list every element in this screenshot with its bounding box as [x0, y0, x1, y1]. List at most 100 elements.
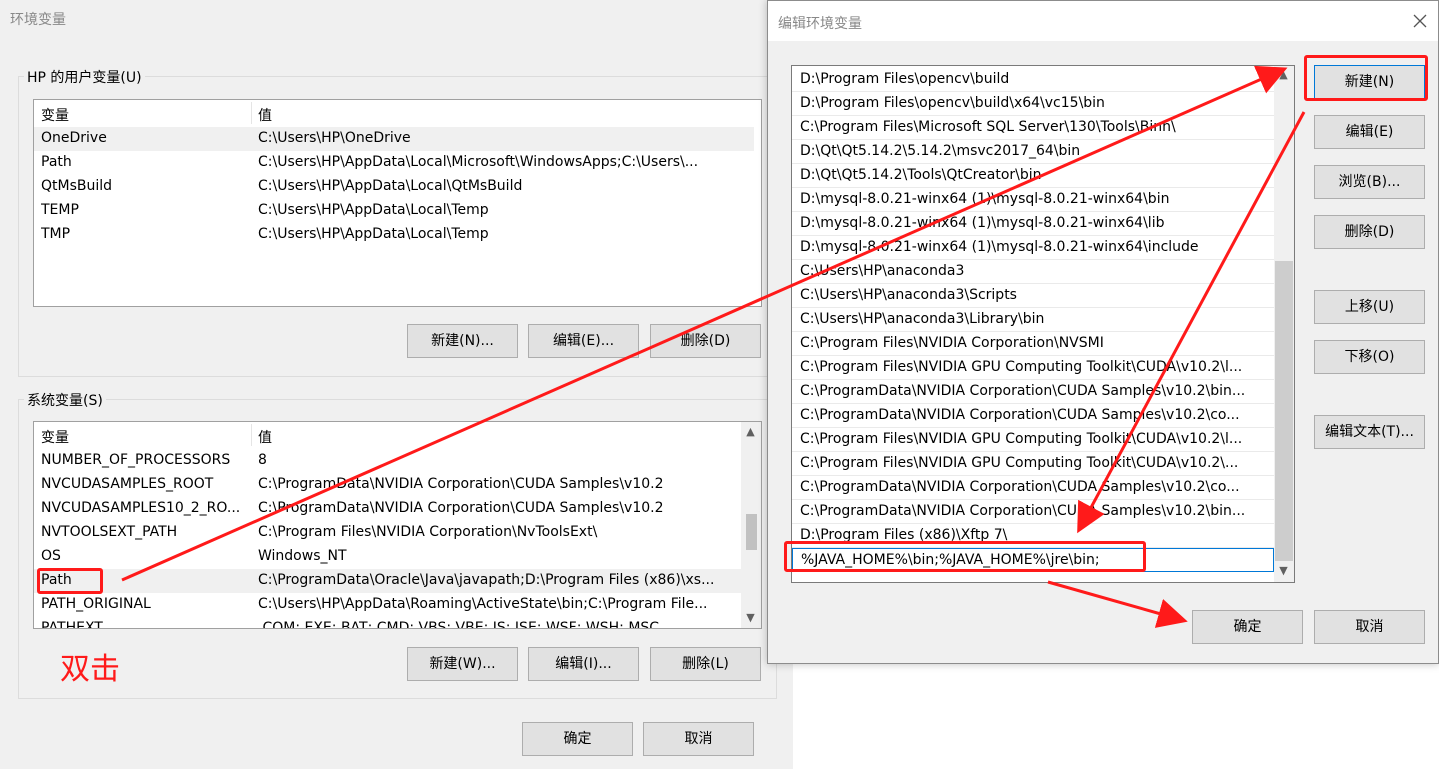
scroll-up-icon[interactable]: ▲ [1275, 68, 1292, 81]
edit-dialog-title: 编辑环境变量 [778, 16, 862, 32]
path-list-item[interactable]: C:\ProgramData\NVIDIA Corporation\CUDA S… [792, 476, 1274, 500]
system-variables-list[interactable]: 变量 值 NUMBER_OF_PROCESSORS 8 NVCUDASAMPLES_… [33, 421, 762, 629]
path-edit-text-button[interactable]: 编辑文本(T)... [1314, 415, 1425, 449]
table-row[interactable]: NVCUDASAMPLES10_2_RO... C:\ProgramData\NV… [34, 497, 744, 521]
scroll-down-icon[interactable]: ▼ [742, 611, 759, 624]
scroll-down-icon[interactable]: ▼ [1275, 564, 1292, 577]
table-row[interactable]: Path C:\ProgramData\Oracle\Java\javapath;… [34, 569, 744, 593]
system-variables-label: 系统变量(S) [24, 390, 106, 410]
variable-name: TMP [41, 226, 71, 242]
table-row[interactable]: PATH_ORIGINAL C:\Users\HP\AppData\Roaming… [34, 593, 744, 617]
path-list-item[interactable]: C:\Users\HP\anaconda3 [792, 260, 1274, 284]
variable-value: C:\Users\HP\OneDrive [258, 130, 411, 146]
path-list-item[interactable]: C:\Users\HP\anaconda3\Library\bin [792, 308, 1274, 332]
system-delete-button[interactable]: 删除(L) [650, 647, 761, 681]
header-variable[interactable]: 变量 [41, 427, 69, 447]
path-move-up-button[interactable]: 上移(U) [1314, 290, 1425, 324]
user-list-header: 变量 值 [34, 100, 761, 126]
table-row[interactable]: NVCUDASAMPLES_ROOT C:\ProgramData\NVIDIA … [34, 473, 744, 497]
path-text: C:\Program Files\NVIDIA GPU Computing To… [800, 431, 1243, 447]
path-text: D:\Qt\Qt5.14.2\5.14.2\msvc2017_64\bin [800, 143, 1081, 159]
edit-ok-button[interactable]: 确定 [1192, 610, 1303, 644]
env-ok-button[interactable]: 确定 [522, 722, 633, 756]
path-list-item[interactable]: C:\Users\HP\anaconda3\Scripts [792, 284, 1274, 308]
path-list-scrollbar[interactable]: ▲ ▼ [1274, 66, 1294, 582]
variable-name: NVCUDASAMPLES_ROOT [41, 476, 214, 492]
path-text: C:\Program Files\Microsoft SQL Server\13… [800, 119, 1176, 135]
variable-value: C:\Users\HP\AppData\Local\Temp [258, 226, 489, 242]
path-delete-button[interactable]: 删除(D) [1314, 215, 1425, 249]
scroll-thumb[interactable] [746, 514, 757, 550]
system-list-scrollbar[interactable]: ▲ ▼ [741, 422, 761, 628]
highlight-new-entry [784, 541, 1146, 572]
header-variable[interactable]: 变量 [41, 105, 69, 125]
path-text: C:\ProgramData\NVIDIA Corporation\CUDA S… [800, 407, 1240, 423]
table-row[interactable]: NUMBER_OF_PROCESSORS 8 [34, 449, 744, 473]
env-cancel-button[interactable]: 取消 [643, 722, 754, 756]
header-value[interactable]: 值 [258, 105, 272, 125]
path-list-item[interactable]: D:\Program Files\opencv\build\x64\vc15\b… [792, 92, 1274, 116]
variable-value: Windows_NT [258, 548, 347, 564]
user-variables-list[interactable]: 变量 值 OneDrive C:\Users\HP\OneDrive Path C:\… [33, 99, 762, 307]
path-text: D:\Qt\Qt5.14.2\Tools\QtCreator\bin [800, 167, 1042, 183]
system-new-button[interactable]: 新建(W)... [407, 647, 518, 681]
variable-name: NUMBER_OF_PROCESSORS [41, 452, 231, 468]
user-edit-button[interactable]: 编辑(E)... [528, 324, 639, 358]
path-edit-button[interactable]: 编辑(E) [1314, 115, 1425, 149]
system-edit-button[interactable]: 编辑(I)... [528, 647, 639, 681]
path-list[interactable]: D:\Program Files\opencv\build D:\Program … [791, 65, 1295, 583]
path-list-item[interactable]: C:\Program Files\NVIDIA GPU Computing To… [792, 356, 1274, 380]
path-list-item[interactable]: D:\Program Files\opencv\build [792, 68, 1274, 92]
table-row[interactable]: OneDrive C:\Users\HP\OneDrive [34, 127, 754, 151]
scroll-up-icon[interactable]: ▲ [742, 425, 759, 438]
table-row[interactable]: PATHEXT .COM;.EXE;.BAT;.CMD;.VBS;.VBE;.JS… [34, 617, 744, 629]
path-list-item[interactable]: C:\Program Files\NVIDIA GPU Computing To… [792, 452, 1274, 476]
path-list-item[interactable]: D:\mysql-8.0.21-winx64 (1)\mysql-8.0.21-… [792, 212, 1274, 236]
path-list-item[interactable]: D:\mysql-8.0.21-winx64 (1)\mysql-8.0.21-… [792, 188, 1274, 212]
variable-name: NVTOOLSEXT_PATH [41, 524, 178, 540]
variable-value: C:\Users\HP\AppData\Roaming\ActiveState\… [258, 596, 708, 612]
table-row[interactable]: Path C:\Users\HP\AppData\Local\Microsoft\… [34, 151, 754, 175]
scroll-thumb[interactable] [1275, 261, 1293, 561]
path-list-item[interactable]: D:\Qt\Qt5.14.2\Tools\QtCreator\bin [792, 164, 1274, 188]
path-text: D:\mysql-8.0.21-winx64 (1)\mysql-8.0.21-… [800, 239, 1199, 255]
path-list-item[interactable]: C:\Program Files\NVIDIA GPU Computing To… [792, 428, 1274, 452]
edit-cancel-button[interactable]: 取消 [1314, 610, 1425, 644]
table-row[interactable]: OS Windows_NT [34, 545, 744, 569]
table-row[interactable]: NVTOOLSEXT_PATH C:\Program Files\NVIDIA C… [34, 521, 744, 545]
edit-dialog-titlebar: 编辑环境变量 [768, 1, 1438, 41]
variable-name: PATHEXT [41, 620, 103, 629]
table-row[interactable]: QtMsBuild C:\Users\HP\AppData\Local\QtMsB… [34, 175, 754, 199]
variable-name: TEMP [41, 202, 79, 218]
path-browse-button[interactable]: 浏览(B)... [1314, 165, 1425, 199]
user-new-button[interactable]: 新建(N)... [407, 324, 518, 358]
path-text: C:\Program Files\NVIDIA GPU Computing To… [800, 359, 1243, 375]
path-move-down-button[interactable]: 下移(O) [1314, 340, 1425, 374]
table-row[interactable]: TMP C:\Users\HP\AppData\Local\Temp [34, 223, 754, 247]
close-icon[interactable] [1409, 10, 1431, 32]
path-list-item[interactable]: D:\mysql-8.0.21-winx64 (1)\mysql-8.0.21-… [792, 236, 1274, 260]
variable-name: OS [41, 548, 61, 564]
path-list-item[interactable]: C:\Program Files\NVIDIA Corporation\NVSM… [792, 332, 1274, 356]
path-text: D:\Program Files\opencv\build [800, 71, 1010, 87]
header-value[interactable]: 值 [258, 427, 272, 447]
path-text: C:\Users\HP\anaconda3 [800, 263, 965, 279]
path-list-item[interactable]: C:\ProgramData\NVIDIA Corporation\CUDA S… [792, 404, 1274, 428]
table-row[interactable]: TEMP C:\Users\HP\AppData\Local\Temp [34, 199, 754, 223]
path-text: C:\Program Files\NVIDIA Corporation\NVSM… [800, 335, 1104, 351]
variable-name: OneDrive [41, 130, 107, 146]
path-text: D:\Program Files\opencv\build\x64\vc15\b… [800, 95, 1105, 111]
variable-value: C:\Users\HP\AppData\Local\Temp [258, 202, 489, 218]
variable-name: Path [41, 154, 72, 170]
path-text: C:\ProgramData\NVIDIA Corporation\CUDA S… [800, 383, 1246, 399]
path-list-item[interactable]: C:\ProgramData\NVIDIA Corporation\CUDA S… [792, 500, 1274, 524]
path-list-item[interactable]: C:\Program Files\Microsoft SQL Server\13… [792, 116, 1274, 140]
path-list-item[interactable]: D:\Qt\Qt5.14.2\5.14.2\msvc2017_64\bin [792, 140, 1274, 164]
variable-name: QtMsBuild [41, 178, 113, 194]
variable-value: C:\Users\HP\AppData\Local\Microsoft\Wind… [258, 154, 699, 170]
user-delete-button[interactable]: 删除(D) [650, 324, 761, 358]
path-text: C:\Users\HP\anaconda3\Scripts [800, 287, 1017, 303]
path-text: C:\Program Files\NVIDIA GPU Computing To… [800, 455, 1239, 471]
path-list-item[interactable]: C:\ProgramData\NVIDIA Corporation\CUDA S… [792, 380, 1274, 404]
variable-value: C:\Users\HP\AppData\Local\QtMsBuild [258, 178, 523, 194]
